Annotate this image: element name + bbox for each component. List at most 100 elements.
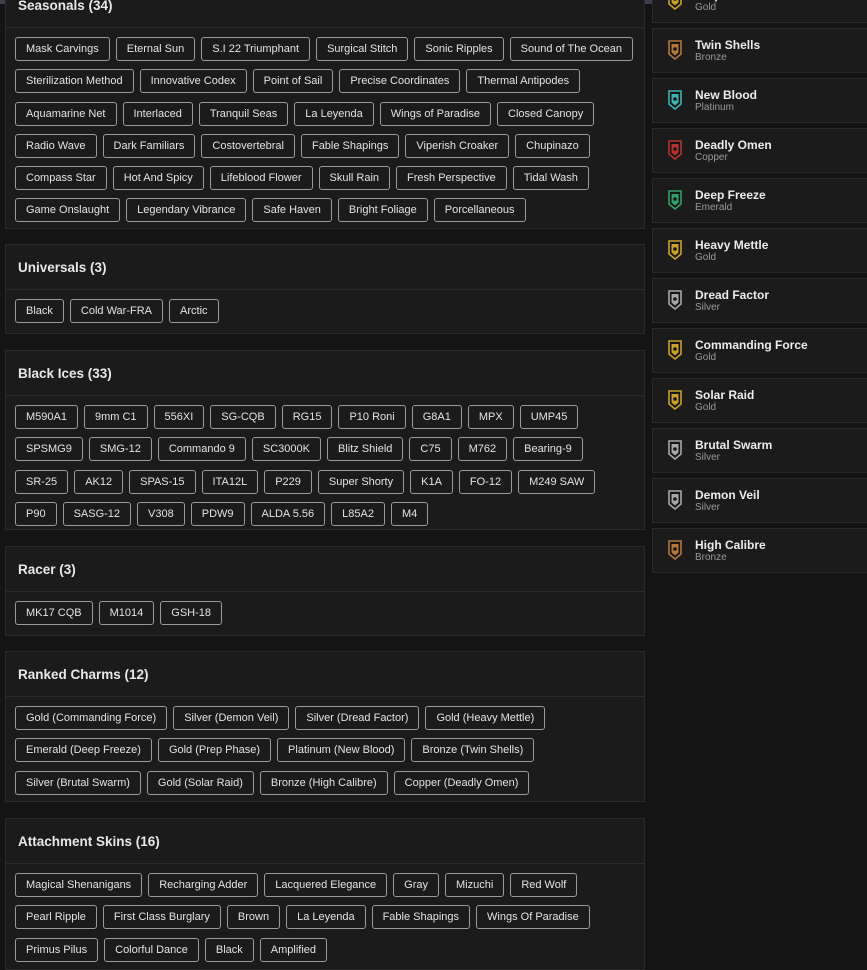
skin-tag[interactable]: K1A — [410, 469, 453, 494]
skin-tag[interactable]: Viperish Croaker — [405, 133, 510, 158]
skin-tag[interactable]: Fable Shapings — [371, 905, 471, 930]
skin-tag[interactable]: M249 SAW — [518, 469, 596, 494]
skin-tag[interactable]: Chupinazo — [515, 133, 590, 158]
skin-tag[interactable]: PDW9 — [190, 501, 245, 526]
skin-tag[interactable]: Wings Of Paradise — [476, 905, 590, 930]
charm-item[interactable]: Deep Freeze Emerald — [652, 178, 867, 223]
skin-tag[interactable]: Thermal Antipodes — [466, 69, 581, 94]
skin-tag[interactable]: Primus Pilus — [15, 937, 99, 962]
skin-tag[interactable]: Sterilization Method — [15, 69, 134, 94]
skin-tag[interactable]: SC3000K — [251, 437, 321, 462]
skin-tag[interactable]: Red Wolf — [510, 873, 578, 897]
skin-tag[interactable]: Black — [204, 937, 254, 962]
skin-tag[interactable]: M4 — [390, 501, 429, 526]
skin-tag[interactable]: Colorful Dance — [104, 937, 199, 962]
skin-tag[interactable]: La Leyenda — [294, 101, 374, 126]
skin-tag[interactable]: Dark Familiars — [102, 133, 196, 158]
skin-tag[interactable]: P229 — [264, 469, 312, 494]
charm-item[interactable]: Dread Factor Silver — [652, 278, 867, 323]
skin-tag[interactable]: Safe Haven — [252, 198, 332, 223]
skin-tag[interactable]: ALDA 5.56 — [250, 501, 326, 526]
skin-tag[interactable]: M1014 — [98, 601, 155, 625]
skin-tag[interactable]: SPAS-15 — [129, 469, 196, 494]
charm-item[interactable]: Deadly Omen Copper — [652, 128, 867, 173]
skin-tag[interactable]: Amplified — [259, 937, 328, 962]
skin-tag[interactable]: V308 — [137, 501, 185, 526]
skin-tag[interactable]: Gold (Heavy Mettle) — [425, 706, 546, 730]
skin-tag[interactable]: Cold War-FRA — [69, 299, 164, 323]
skin-tag[interactable]: Porcellaneous — [433, 198, 526, 223]
skin-tag[interactable]: Emerald (Deep Freeze) — [15, 738, 152, 763]
skin-tag[interactable]: Sonic Ripples — [414, 37, 504, 61]
charm-item[interactable]: Prep PhaseGold — [652, 0, 867, 23]
skin-tag[interactable]: SG-CQB — [210, 405, 276, 429]
skin-tag[interactable]: 556XI — [153, 405, 205, 429]
skin-tag[interactable]: Aquamarine Net — [15, 101, 117, 126]
skin-tag[interactable]: First Class Burglary — [102, 905, 221, 930]
charm-item[interactable]: Solar Raid Gold — [652, 378, 867, 423]
skin-tag[interactable]: Radio Wave — [15, 133, 97, 158]
charm-item[interactable]: Heavy Mettle Gold — [652, 228, 867, 273]
skin-tag[interactable]: Brown — [226, 905, 281, 930]
skin-tag[interactable]: Innovative Codex — [139, 69, 247, 94]
skin-tag[interactable]: Silver (Brutal Swarm) — [15, 770, 141, 795]
charm-item[interactable]: New Blood Platinum — [652, 78, 867, 123]
skin-tag[interactable]: Game Onslaught — [15, 198, 121, 223]
skin-tag[interactable]: Precise Coordinates — [339, 69, 461, 94]
skin-tag[interactable]: Gold (Prep Phase) — [157, 738, 272, 763]
skin-tag[interactable]: FO-12 — [458, 469, 513, 494]
skin-tag[interactable]: Lacquered Elegance — [264, 873, 388, 897]
skin-tag[interactable]: Gold (Commanding Force) — [15, 706, 168, 730]
skin-tag[interactable]: SR-25 — [15, 469, 69, 494]
skin-tag[interactable]: La Leyenda — [286, 905, 366, 930]
skin-tag[interactable]: Eternal Sun — [115, 37, 196, 61]
charm-item[interactable]: Twin Shells Bronze — [652, 28, 867, 73]
skin-tag[interactable]: MK17 CQB — [15, 601, 93, 625]
skin-tag[interactable]: Fresh Perspective — [396, 166, 507, 191]
skin-tag[interactable]: L85A2 — [331, 501, 385, 526]
skin-tag[interactable]: Costovertebral — [201, 133, 295, 158]
skin-tag[interactable]: Gold (Solar Raid) — [146, 770, 254, 795]
skin-tag[interactable]: Compass Star — [15, 166, 107, 191]
skin-tag[interactable]: SPSMG9 — [15, 437, 83, 462]
skin-tag[interactable]: Fable Shapings — [300, 133, 400, 158]
skin-tag[interactable]: C75 — [409, 437, 452, 462]
skin-tag[interactable]: Mizuchi — [445, 873, 505, 897]
skin-tag[interactable]: Copper (Deadly Omen) — [393, 770, 530, 795]
skin-tag[interactable]: Interlaced — [122, 101, 193, 126]
skin-tag[interactable]: Arctic — [169, 299, 219, 323]
skin-tag[interactable]: Blitz Shield — [326, 437, 404, 462]
skin-tag[interactable]: Platinum (New Blood) — [277, 738, 406, 763]
skin-tag[interactable]: Silver (Dread Factor) — [295, 706, 420, 730]
skin-tag[interactable]: 9mm C1 — [83, 405, 148, 429]
skin-tag[interactable]: SASG-12 — [62, 501, 132, 526]
skin-tag[interactable]: P90 — [15, 501, 57, 526]
skin-tag[interactable]: Bearing-9 — [513, 437, 583, 462]
charm-item[interactable]: Commanding Force Gold — [652, 328, 867, 373]
skin-tag[interactable]: M762 — [457, 437, 508, 462]
skin-tag[interactable]: Silver (Demon Veil) — [173, 706, 290, 730]
skin-tag[interactable]: Bronze (Twin Shells) — [411, 738, 535, 763]
skin-tag[interactable]: Gray — [393, 873, 440, 897]
skin-tag[interactable]: Bronze (High Calibre) — [259, 770, 388, 795]
skin-tag[interactable]: Hot And Spicy — [112, 166, 204, 191]
skin-tag[interactable]: Surgical Stitch — [316, 37, 409, 61]
skin-tag[interactable]: RG15 — [281, 405, 333, 429]
skin-tag[interactable]: SMG-12 — [88, 437, 152, 462]
skin-tag[interactable]: M590A1 — [15, 405, 78, 429]
charm-item[interactable]: High Calibre Bronze — [652, 528, 867, 573]
skin-tag[interactable]: Commando 9 — [157, 437, 246, 462]
charm-item[interactable]: Brutal Swarm Silver — [652, 428, 867, 473]
skin-tag[interactable]: Sound of The Ocean — [509, 37, 633, 61]
skin-tag[interactable]: Wings of Paradise — [379, 101, 492, 126]
skin-tag[interactable]: Lifeblood Flower — [209, 166, 313, 191]
skin-tag[interactable]: Mask Carvings — [15, 37, 110, 61]
skin-tag[interactable]: ITA12L — [201, 469, 259, 494]
skin-tag[interactable]: Legendary Vibrance — [126, 198, 247, 223]
skin-tag[interactable]: Tranquil Seas — [198, 101, 289, 126]
skin-tag[interactable]: S.I 22 Triumphant — [201, 37, 311, 61]
skin-tag[interactable]: Point of Sail — [252, 69, 334, 94]
skin-tag[interactable]: GSH-18 — [160, 601, 223, 625]
skin-tag[interactable]: P10 Roni — [338, 405, 406, 429]
skin-tag[interactable]: Closed Canopy — [497, 101, 595, 126]
